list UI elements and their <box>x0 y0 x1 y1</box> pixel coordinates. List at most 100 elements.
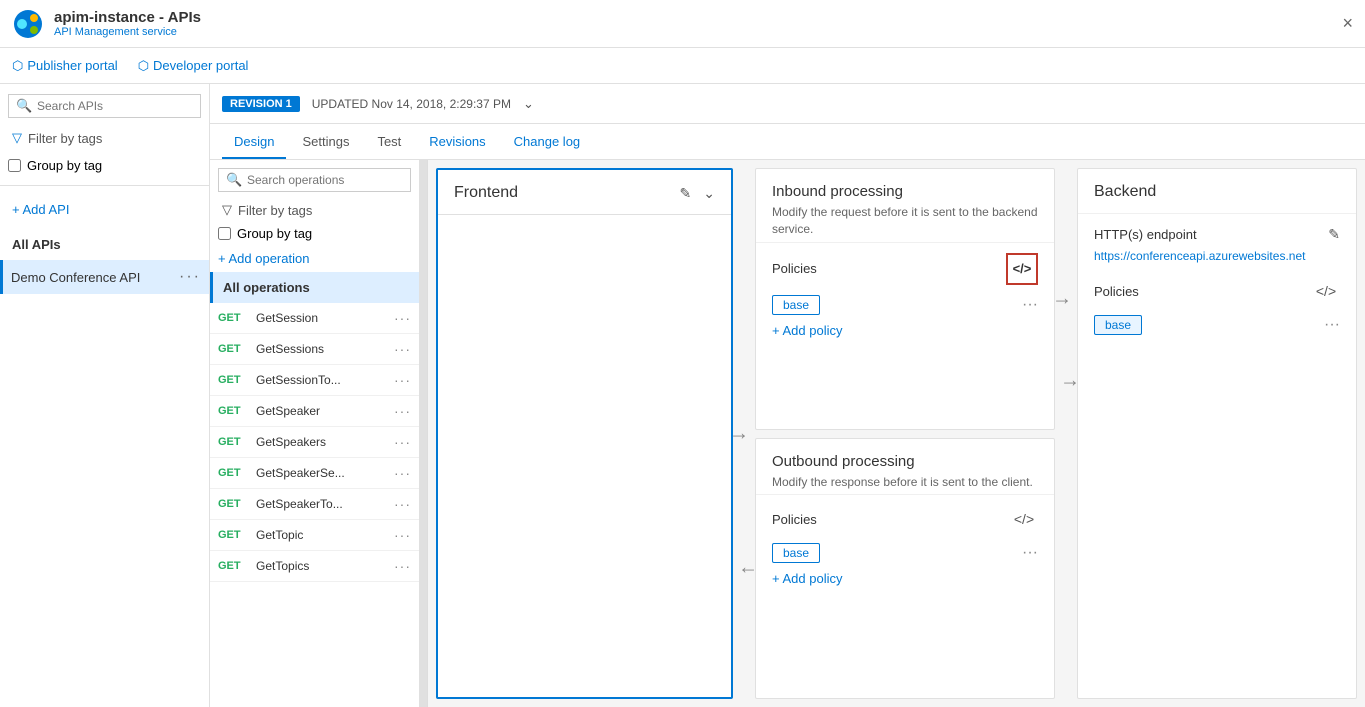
window-subtitle: API Management service <box>54 26 201 38</box>
inbound-base-tag[interactable]: base <box>772 295 820 315</box>
op-name-6: GetSpeakerTo... <box>250 497 394 511</box>
tab-settings[interactable]: Settings <box>290 126 361 159</box>
op-name-8: GetTopics <box>250 559 394 573</box>
all-apis-label: All APIs <box>8 233 201 256</box>
sidebar-group-by-label: Group by tag <box>27 158 102 173</box>
inbound-add-policy-label: + Add policy <box>772 323 842 338</box>
op-name-0: GetSession <box>250 311 394 325</box>
developer-portal-link[interactable]: ⬡ Developer portal <box>138 58 249 74</box>
op-item-0[interactable]: GET GetSession ··· <box>210 303 419 334</box>
backend-base-tag[interactable]: base <box>1094 315 1142 335</box>
tab-changelog[interactable]: Change log <box>502 126 593 159</box>
op-more-0[interactable]: ··· <box>394 310 411 326</box>
app-icon <box>12 8 44 40</box>
backend-more-button[interactable]: ··· <box>1324 316 1340 334</box>
op-more-1[interactable]: ··· <box>394 341 411 357</box>
sidebar-filter-label: Filter by tags <box>28 131 102 146</box>
op-item-5[interactable]: GET GetSpeakerSe... ··· <box>210 458 419 489</box>
sidebar: 🔍 ▽ Filter by tags Group by tag + Add AP… <box>0 84 210 707</box>
add-op-label: + Add operation <box>218 251 309 266</box>
inbound-base-row: base ··· <box>772 295 1038 315</box>
link-icon: ⬡ <box>12 58 23 74</box>
outbound-title: Outbound processing <box>772 453 1038 470</box>
op-item-6[interactable]: GET GetSpeakerTo... ··· <box>210 489 419 520</box>
ops-filter-label: Filter by tags <box>238 203 312 218</box>
endpoint-url: https://conferenceapi.azurewebsites.net <box>1094 249 1340 263</box>
content-area: REVISION 1 UPDATED Nov 14, 2018, 2:29:37… <box>210 84 1365 707</box>
ops-filter[interactable]: ▽ Filter by tags <box>218 198 411 222</box>
ops-group-by[interactable]: Group by tag <box>218 226 411 241</box>
op-item-7[interactable]: GET GetTopic ··· <box>210 520 419 551</box>
revision-chevron[interactable]: ⌄ <box>523 96 534 112</box>
backend-policies-label: Policies <box>1094 284 1139 299</box>
sidebar-group-by[interactable]: Group by tag <box>8 158 201 173</box>
outbound-add-policy-button[interactable]: + Add policy <box>772 571 1038 586</box>
sidebar-filter[interactable]: ▽ Filter by tags <box>8 126 201 150</box>
outbound-code-button[interactable]: </> <box>1010 505 1038 533</box>
op-item-1[interactable]: GET GetSessions ··· <box>210 334 419 365</box>
sidebar-search-input[interactable] <box>8 94 201 118</box>
backend-header: Backend <box>1078 169 1356 214</box>
inbound-add-policy-button[interactable]: + Add policy <box>772 323 1038 338</box>
add-operation-button[interactable]: + Add operation <box>210 245 419 272</box>
http-endpoint-row: HTTP(s) endpoint ✎ <box>1094 226 1340 243</box>
outbound-more-button[interactable]: ··· <box>1022 544 1038 562</box>
api-ellipsis-button[interactable]: ··· <box>179 268 201 286</box>
ops-search-input[interactable] <box>218 168 411 192</box>
op-more-8[interactable]: ··· <box>394 558 411 574</box>
inbound-code-button[interactable]: </> <box>1006 253 1038 285</box>
op-more-5[interactable]: ··· <box>394 465 411 481</box>
backend-edit-icon[interactable]: ✎ <box>1328 226 1340 243</box>
backend-policies-row: Policies </> <box>1094 277 1340 305</box>
op-more-4[interactable]: ··· <box>394 434 411 450</box>
outbound-header: Outbound processing Modify the response … <box>756 439 1054 496</box>
tab-revisions[interactable]: Revisions <box>417 126 497 159</box>
inbound-more-button[interactable]: ··· <box>1022 296 1038 314</box>
op-name-3: GetSpeaker <box>250 404 394 418</box>
arrow-spacer-2 <box>1063 168 1069 699</box>
sidebar-divider <box>0 185 209 186</box>
revision-badge: REVISION 1 <box>222 96 300 112</box>
backend-title: Backend <box>1094 183 1156 201</box>
op-item-2[interactable]: GET GetSessionTo... ··· <box>210 365 419 396</box>
title-bar: apim-instance - APIs API Management serv… <box>0 0 1365 48</box>
all-operations-item[interactable]: All operations <box>210 272 419 303</box>
op-name-7: GetTopic <box>250 528 394 542</box>
demo-conference-api-item[interactable]: Demo Conference API ··· <box>0 260 209 294</box>
outbound-base-tag[interactable]: base <box>772 543 820 563</box>
panels-area: Frontend ✎ ⌄ → <box>428 160 1365 707</box>
op-item-8[interactable]: GET GetTopics ··· <box>210 551 419 582</box>
op-method-5: GET <box>218 467 250 479</box>
op-more-3[interactable]: ··· <box>394 403 411 419</box>
main-layout: 🔍 ▽ Filter by tags Group by tag + Add AP… <box>0 84 1365 707</box>
inbound-policies-row: Policies </> <box>772 253 1038 285</box>
add-api-button[interactable]: + Add API <box>8 198 201 221</box>
frontend-arrow-right: → <box>729 422 749 445</box>
tab-design[interactable]: Design <box>222 126 286 159</box>
op-more-2[interactable]: ··· <box>394 372 411 388</box>
op-item-3[interactable]: GET GetSpeaker ··· <box>210 396 419 427</box>
frontend-chevron-icon[interactable]: ⌄ <box>703 185 715 202</box>
top-nav: ⬡ Publisher portal ⬡ Developer portal <box>0 48 1365 84</box>
publisher-portal-link[interactable]: ⬡ Publisher portal <box>12 58 118 74</box>
frontend-edit-icon[interactable]: ✎ <box>680 185 692 202</box>
ops-group-by-checkbox[interactable] <box>218 227 231 240</box>
op-item-4[interactable]: GET GetSpeakers ··· <box>210 427 419 458</box>
revision-bar: REVISION 1 UPDATED Nov 14, 2018, 2:29:37… <box>210 84 1365 124</box>
ops-filter-icon: ▽ <box>222 202 232 218</box>
op-more-7[interactable]: ··· <box>394 527 411 543</box>
backend-code-button[interactable]: </> <box>1312 277 1340 305</box>
inbound-body: Policies </> base ··· + Add policy <box>756 243 1054 429</box>
op-name-5: GetSpeakerSe... <box>250 466 394 480</box>
title-bar-left: apim-instance - APIs API Management serv… <box>12 8 201 40</box>
publisher-portal-label: Publisher portal <box>27 58 117 73</box>
op-method-2: GET <box>218 374 250 386</box>
close-button[interactable]: × <box>1342 13 1353 34</box>
ops-scroll-bar[interactable] <box>420 160 428 707</box>
op-method-1: GET <box>218 343 250 355</box>
op-more-6[interactable]: ··· <box>394 496 411 512</box>
group-by-checkbox[interactable] <box>8 159 21 172</box>
tab-bar: Design Settings Test Revisions Change lo… <box>210 124 1365 160</box>
outbound-panel: Outbound processing Modify the response … <box>755 438 1055 700</box>
tab-test[interactable]: Test <box>365 126 413 159</box>
